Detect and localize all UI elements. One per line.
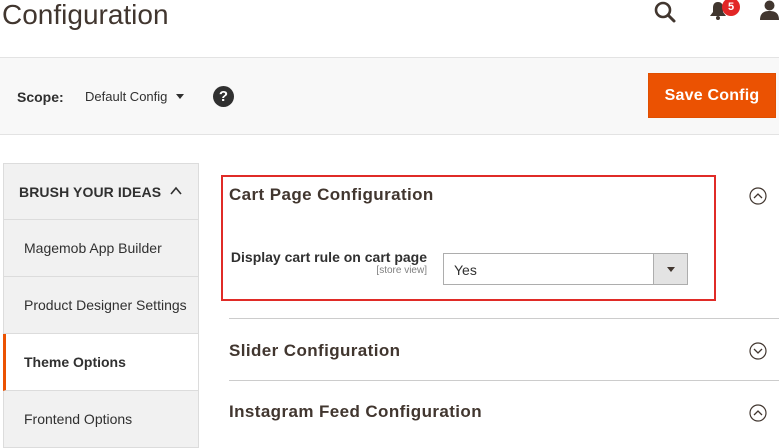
scope-switcher[interactable]: Default Config (85, 89, 185, 104)
notification-count-badge: 5 (722, 0, 740, 16)
sidebar-item-label: Frontend Options (24, 411, 133, 427)
scope-label: Scope: (17, 89, 64, 105)
notifications-button[interactable]: 5 (707, 0, 740, 26)
sidebar-item-label: Product Designer Settings (24, 297, 187, 313)
section-title-slider[interactable]: Slider Configuration (229, 341, 400, 361)
sidebar-item-product-designer-settings[interactable]: Product Designer Settings (3, 277, 199, 334)
save-config-button[interactable]: Save Config (648, 73, 776, 118)
field-scope-label: [store view] (376, 265, 427, 276)
sidebar-item-frontend-options[interactable]: Frontend Options (3, 391, 199, 448)
collapse-circle-icon[interactable] (749, 404, 767, 422)
display-cart-rule-select[interactable]: Yes (443, 253, 688, 285)
sidebar-item-magemob-app-builder[interactable]: Magemob App Builder (3, 220, 199, 277)
chevron-up-icon (170, 186, 182, 195)
select-value: Yes (454, 262, 477, 278)
section-divider (229, 318, 779, 319)
page-title: Configuration (2, 0, 169, 30)
dropdown-arrow-icon (653, 254, 687, 284)
scope-value: Default Config (85, 89, 168, 104)
section-divider (229, 380, 779, 381)
collapse-circle-icon[interactable] (749, 187, 767, 205)
caret-down-icon (176, 94, 185, 99)
sidebar-item-label: Theme Options (24, 354, 126, 370)
section-title-cart-page[interactable]: Cart Page Configuration (229, 185, 434, 205)
user-icon[interactable] (760, 0, 779, 24)
sidebar-item-theme-options[interactable]: Theme Options (3, 334, 199, 391)
section-title-instagram-feed[interactable]: Instagram Feed Configuration (229, 402, 482, 422)
sidebar-item-label: Magemob App Builder (24, 240, 162, 256)
config-sidebar: BRUSH YOUR IDEAS Magemob App Builder Pro… (3, 163, 199, 448)
field-label-display-cart-rule: Display cart rule on cart page (230, 249, 427, 265)
page-actions-bar: Scope: Default Config ? Save Config (0, 57, 779, 135)
sidebar-section-title: BRUSH YOUR IDEAS (19, 184, 162, 200)
search-icon[interactable] (652, 0, 678, 26)
sidebar-section-brush-your-ideas[interactable]: BRUSH YOUR IDEAS (3, 163, 199, 220)
expand-circle-icon[interactable] (749, 342, 767, 360)
question-mark-icon[interactable]: ? (213, 86, 234, 107)
